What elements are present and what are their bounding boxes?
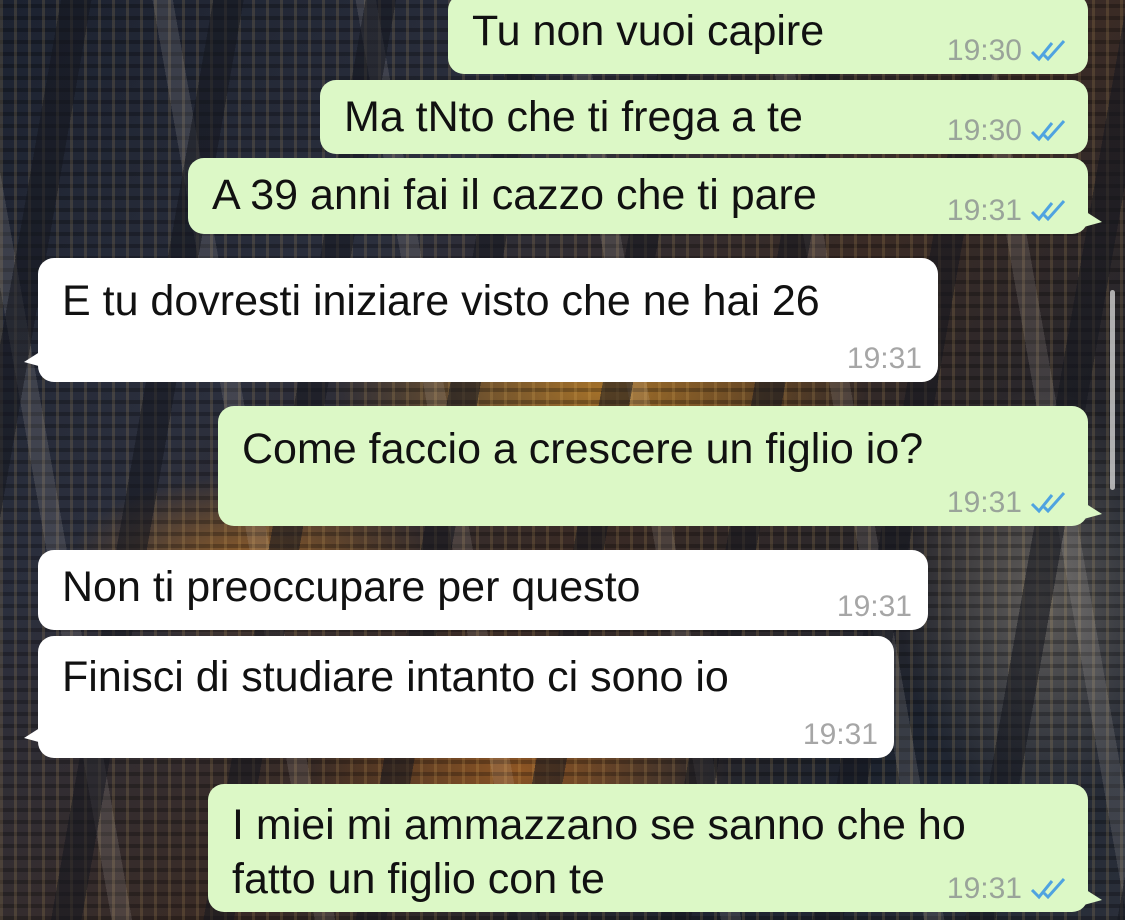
message-bubble-incoming[interactable]: E tu dovresti iniziare visto che ne hai … <box>24 258 938 382</box>
message-bubble-outgoing[interactable]: Tu non vuoi capire 19:30 <box>448 0 1088 74</box>
message-bubble-outgoing[interactable]: Come faccio a crescere un figlio io? 19:… <box>218 406 1102 526</box>
message-text: Finisci di studiare intanto ci sono io <box>62 653 729 701</box>
message-meta: 19:31 <box>803 718 878 752</box>
message-bubble-incoming[interactable]: Non ti preoccupare per questo 19:31 <box>38 550 928 630</box>
message-time: 19:31 <box>946 194 1022 227</box>
message-text: A 39 anni fai il cazzo che ti pare <box>212 171 817 219</box>
message-time: 19:31 <box>802 718 878 751</box>
message-text-line-2: fatto un figlio con te <box>232 855 605 903</box>
message-text-line-1: I miei mi ammazzano se sanno che ho <box>232 801 966 849</box>
message-bubble-incoming[interactable]: Finisci di studiare intanto ci sono io 1… <box>24 636 894 758</box>
message-text: Come faccio a crescere un figlio io? <box>242 425 924 473</box>
message-meta: 19:30 <box>947 34 1072 68</box>
message-bubble-outgoing[interactable]: Ma tNto che ti frega a te 19:30 <box>320 80 1088 154</box>
message-time: 19:31 <box>836 590 912 623</box>
message-meta: 19:31 <box>947 194 1072 228</box>
message-meta: 19:30 <box>947 114 1072 148</box>
message-time: 19:31 <box>946 872 1022 905</box>
message-text: E tu dovresti iniziare visto che ne hai … <box>62 277 820 325</box>
message-meta: 19:31 <box>837 590 912 624</box>
message-time: 19:30 <box>946 114 1022 147</box>
message-meta: 19:31 <box>947 486 1072 520</box>
message-time: 19:31 <box>846 342 922 375</box>
message-time: 19:31 <box>946 486 1022 519</box>
message-bubble-outgoing[interactable]: I miei mi ammazzano se sanno che ho fatt… <box>208 784 1102 912</box>
scrollbar[interactable] <box>1110 290 1115 490</box>
double-check-icon <box>1030 876 1072 902</box>
double-check-icon <box>1030 118 1072 144</box>
message-bubble-outgoing[interactable]: A 39 anni fai il cazzo che ti pare 19:31 <box>188 158 1102 234</box>
message-meta: 19:31 <box>947 872 1072 906</box>
double-check-icon <box>1030 38 1072 64</box>
double-check-icon <box>1030 198 1072 224</box>
message-meta: 19:31 <box>847 342 922 376</box>
double-check-icon <box>1030 490 1072 516</box>
message-time: 19:30 <box>946 34 1022 67</box>
message-text: Non ti preoccupare per questo <box>62 563 641 611</box>
